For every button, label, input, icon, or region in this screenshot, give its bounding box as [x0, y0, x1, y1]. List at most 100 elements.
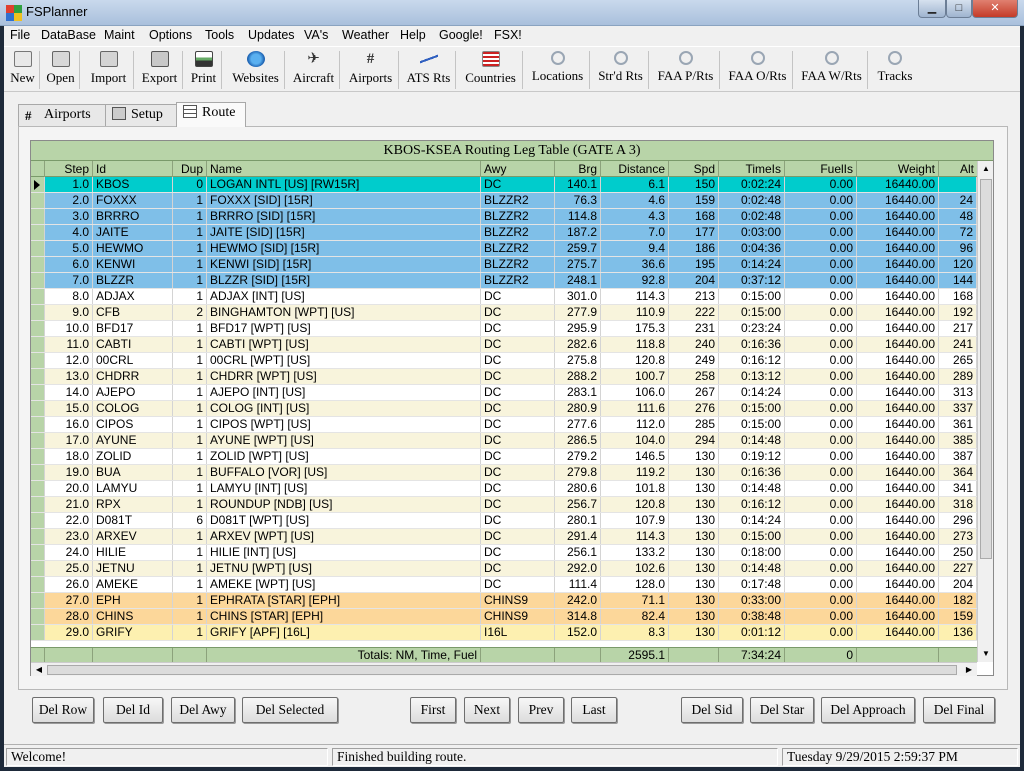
- cell-time[interactable]: 0:03:00: [719, 225, 785, 240]
- row-header[interactable]: [31, 529, 45, 544]
- cell-dist[interactable]: 102.6: [601, 561, 669, 576]
- cell-dist[interactable]: 82.4: [601, 609, 669, 624]
- cell-name[interactable]: FOXXX [SID] [15R]: [207, 193, 481, 208]
- prev-button[interactable]: Prev: [518, 697, 564, 723]
- cell-step[interactable]: 25.0: [45, 561, 93, 576]
- cell-name[interactable]: CHDRR [WPT] [US]: [207, 369, 481, 384]
- table-row[interactable]: 10.0 BFD17 1 BFD17 [WPT] [US] DC 295.9 175.3 23…: [31, 321, 977, 337]
- cell-alt[interactable]: 341: [939, 481, 977, 496]
- cell-spd[interactable]: 130: [669, 609, 719, 624]
- cell-name[interactable]: CABTI [WPT] [US]: [207, 337, 481, 352]
- cell-alt[interactable]: 289: [939, 369, 977, 384]
- cell-time[interactable]: 0:02:24: [719, 177, 785, 192]
- cell-awy[interactable]: DC: [481, 545, 555, 560]
- cell-spd[interactable]: 130: [669, 497, 719, 512]
- cell-id[interactable]: HILIE: [93, 545, 173, 560]
- cell-fuel[interactable]: 0.00: [785, 289, 857, 304]
- websites-button[interactable]: Websites: [227, 51, 285, 89]
- faa-o-rts-button[interactable]: FAA O/Rts: [723, 51, 793, 89]
- cell-weight[interactable]: 16440.00: [857, 305, 939, 320]
- horizontal-scrollbar[interactable]: ◀ ▶: [31, 662, 977, 676]
- menu-database[interactable]: DataBase: [41, 28, 96, 42]
- vertical-scroll-thumb[interactable]: [980, 179, 992, 559]
- cell-spd[interactable]: 285: [669, 417, 719, 432]
- cell-alt[interactable]: 265: [939, 353, 977, 368]
- cell-spd[interactable]: 213: [669, 289, 719, 304]
- cell-spd[interactable]: 168: [669, 209, 719, 224]
- row-header[interactable]: [31, 257, 45, 272]
- cell-dist[interactable]: 6.1: [601, 177, 669, 192]
- cell-alt[interactable]: 24: [939, 193, 977, 208]
- cell-awy[interactable]: DC: [481, 305, 555, 320]
- cell-alt[interactable]: 273: [939, 529, 977, 544]
- cell-alt[interactable]: 250: [939, 545, 977, 560]
- cell-fuel[interactable]: 0.00: [785, 577, 857, 592]
- cell-weight[interactable]: 16440.00: [857, 273, 939, 288]
- cell-brg[interactable]: 279.2: [555, 449, 601, 464]
- cell-id[interactable]: BUA: [93, 465, 173, 480]
- row-header[interactable]: [31, 273, 45, 288]
- cell-dup[interactable]: 1: [173, 225, 207, 240]
- cell-dist[interactable]: 110.9: [601, 305, 669, 320]
- cell-dist[interactable]: 119.2: [601, 465, 669, 480]
- del-row-button[interactable]: Del Row: [32, 697, 94, 723]
- row-header[interactable]: [31, 193, 45, 208]
- cell-time[interactable]: 0:14:48: [719, 481, 785, 496]
- cell-name[interactable]: HILIE [INT] [US]: [207, 545, 481, 560]
- cell-alt[interactable]: 313: [939, 385, 977, 400]
- cell-name[interactable]: ROUNDUP [NDB] [US]: [207, 497, 481, 512]
- cell-dist[interactable]: 107.9: [601, 513, 669, 528]
- row-header[interactable]: [31, 241, 45, 256]
- cell-dup[interactable]: 1: [173, 353, 207, 368]
- cell-weight[interactable]: 16440.00: [857, 353, 939, 368]
- cell-weight[interactable]: 16440.00: [857, 257, 939, 272]
- cell-awy[interactable]: DC: [481, 449, 555, 464]
- cell-fuel[interactable]: 0.00: [785, 513, 857, 528]
- cell-step[interactable]: 22.0: [45, 513, 93, 528]
- table-row[interactable]: 13.0 CHDRR 1 CHDRR [WPT] [US] DC 288.2 100.7 25…: [31, 369, 977, 385]
- cell-dist[interactable]: 7.0: [601, 225, 669, 240]
- cell-id[interactable]: CABTI: [93, 337, 173, 352]
- cell-name[interactable]: BLZZR [SID] [15R]: [207, 273, 481, 288]
- cell-name[interactable]: ZOLID [WPT] [US]: [207, 449, 481, 464]
- cell-dup[interactable]: 1: [173, 193, 207, 208]
- cell-awy[interactable]: BLZZR2: [481, 209, 555, 224]
- cell-id[interactable]: JETNU: [93, 561, 173, 576]
- cell-awy[interactable]: I16L: [481, 625, 555, 640]
- cell-id[interactable]: JAITE: [93, 225, 173, 240]
- cell-dup[interactable]: 1: [173, 561, 207, 576]
- cell-id[interactable]: CFB: [93, 305, 173, 320]
- cell-alt[interactable]: 318: [939, 497, 977, 512]
- cell-fuel[interactable]: 0.00: [785, 225, 857, 240]
- cell-spd[interactable]: 130: [669, 465, 719, 480]
- table-row[interactable]: 16.0 CIPOS 1 CIPOS [WPT] [US] DC 277.6 112.0 28…: [31, 417, 977, 433]
- row-header[interactable]: [31, 449, 45, 464]
- cell-spd[interactable]: 276: [669, 401, 719, 416]
- cell-id[interactable]: GRIFY: [93, 625, 173, 640]
- row-header[interactable]: [31, 209, 45, 224]
- cell-id[interactable]: AMEKE: [93, 577, 173, 592]
- cell-dup[interactable]: 1: [173, 257, 207, 272]
- cell-awy[interactable]: CHINS9: [481, 593, 555, 608]
- row-header[interactable]: [31, 625, 45, 640]
- cell-brg[interactable]: 114.8: [555, 209, 601, 224]
- cell-dist[interactable]: 100.7: [601, 369, 669, 384]
- cell-name[interactable]: LOGAN INTL [US] [RW15R]: [207, 177, 481, 192]
- cell-alt[interactable]: 192: [939, 305, 977, 320]
- cell-name[interactable]: D081T [WPT] [US]: [207, 513, 481, 528]
- cell-id[interactable]: AYUNE: [93, 433, 173, 448]
- table-row[interactable]: 22.0 D081T 6 D081T [WPT] [US] DC 280.1 107.9 13…: [31, 513, 977, 529]
- table-row[interactable]: 3.0 BRRRO 1 BRRRO [SID] [15R] BLZZR2 114.8 4.3…: [31, 209, 977, 225]
- col-spd[interactable]: Spd: [669, 161, 719, 177]
- cell-fuel[interactable]: 0.00: [785, 305, 857, 320]
- cell-awy[interactable]: DC: [481, 289, 555, 304]
- cell-weight[interactable]: 16440.00: [857, 609, 939, 624]
- cell-step[interactable]: 9.0: [45, 305, 93, 320]
- cell-time[interactable]: 0:14:24: [719, 257, 785, 272]
- cell-step[interactable]: 14.0: [45, 385, 93, 400]
- cell-brg[interactable]: 283.1: [555, 385, 601, 400]
- cell-weight[interactable]: 16440.00: [857, 337, 939, 352]
- cell-step[interactable]: 15.0: [45, 401, 93, 416]
- scroll-up-icon[interactable]: ▲: [978, 161, 994, 177]
- cell-weight[interactable]: 16440.00: [857, 225, 939, 240]
